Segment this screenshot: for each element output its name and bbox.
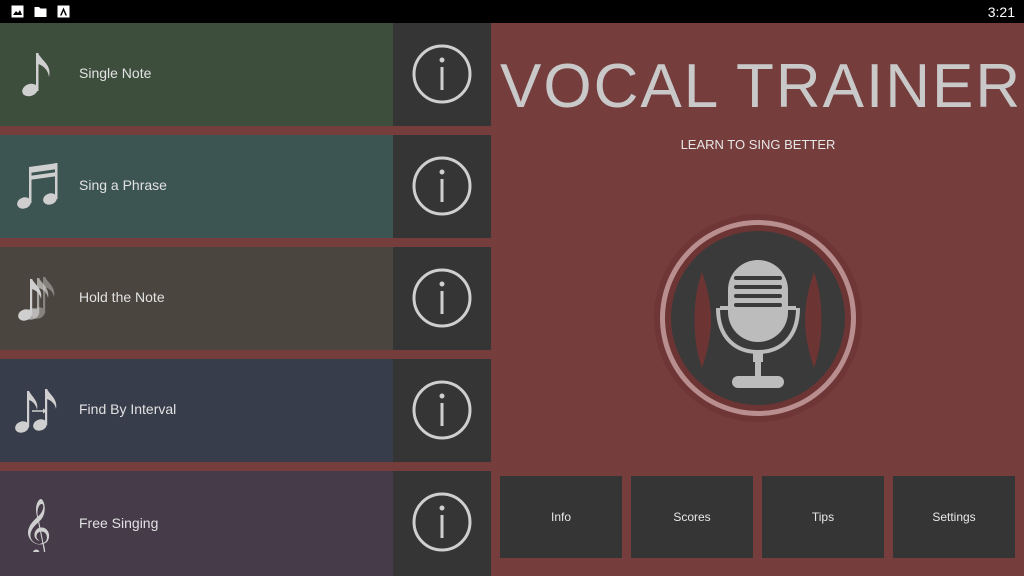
info-button-sing-a-phrase[interactable] [393, 135, 491, 238]
folder-icon [34, 7, 47, 17]
interval-notes-icon [15, 389, 57, 433]
app-screen: Single Note Sing a Phrase Hold the Note … [0, 23, 1024, 576]
mode-label: Free Singing [79, 515, 159, 531]
info-button-free-singing[interactable] [393, 471, 491, 576]
mode-find-by-interval[interactable]: Find By Interval [0, 359, 393, 462]
info-button-single-note[interactable] [393, 23, 491, 126]
app-title: VOCAL TRAINER [500, 52, 1023, 121]
status-bar: 3:21 [0, 0, 1024, 23]
mode-label: Sing a Phrase [79, 177, 167, 193]
treble-clef-icon: 𝄞 [22, 498, 52, 552]
settings-button[interactable]: Settings [893, 476, 1015, 558]
mode-free-singing[interactable]: 𝄞 Free Singing [0, 471, 393, 576]
info-icon [412, 380, 472, 440]
info-icon [412, 268, 472, 328]
mode-label: Hold the Note [79, 289, 165, 305]
info-button-find-by-interval[interactable] [393, 359, 491, 462]
tips-button[interactable]: Tips [762, 476, 884, 558]
info-icon [412, 156, 472, 216]
android-icon [57, 5, 70, 18]
info-nav-button[interactable]: Info [500, 476, 622, 558]
mode-sing-a-phrase[interactable]: Sing a Phrase [0, 135, 393, 238]
repeated-notes-icon [18, 277, 55, 321]
info-button-hold-the-note[interactable] [393, 247, 491, 350]
beamed-notes-icon [17, 163, 58, 209]
svg-text:𝄞: 𝄞 [22, 498, 52, 552]
mode-label: Find By Interval [79, 401, 177, 417]
app-subtitle: LEARN TO SING BETTER [680, 137, 836, 152]
info-icon [412, 44, 472, 104]
mode-single-note[interactable]: Single Note [0, 23, 393, 126]
image-icon [11, 5, 24, 18]
mode-hold-the-note[interactable]: Hold the Note [0, 247, 393, 350]
scores-button[interactable]: Scores [631, 476, 753, 558]
eighth-note-icon [22, 53, 50, 97]
mode-label: Single Note [79, 65, 152, 81]
info-icon [412, 492, 472, 552]
microphone-icon[interactable] [652, 212, 864, 424]
status-time: 3:21 [987, 4, 1015, 20]
